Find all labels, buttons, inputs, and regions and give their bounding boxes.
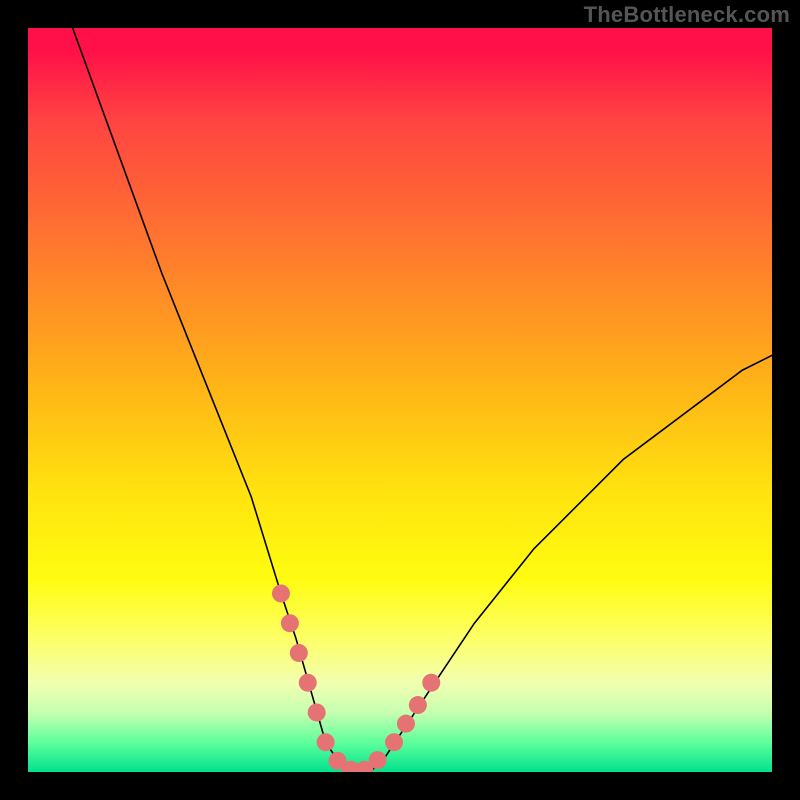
curve-marker — [308, 703, 326, 721]
curve-marker — [281, 614, 299, 632]
curve-marker — [299, 674, 317, 692]
curve-markers — [272, 584, 440, 772]
curve-marker — [422, 674, 440, 692]
curve-marker — [290, 644, 308, 662]
bottleneck-curve — [73, 28, 772, 772]
watermark-label: TheBottleneck.com — [584, 2, 790, 28]
curve-marker — [272, 584, 290, 602]
chart-plot-area — [28, 28, 772, 772]
curve-marker — [317, 733, 335, 751]
curve-marker — [369, 751, 387, 769]
chart-frame: TheBottleneck.com — [0, 0, 800, 800]
curve-marker — [397, 715, 415, 733]
chart-svg — [28, 28, 772, 772]
curve-marker — [409, 696, 427, 714]
curve-marker — [385, 733, 403, 751]
